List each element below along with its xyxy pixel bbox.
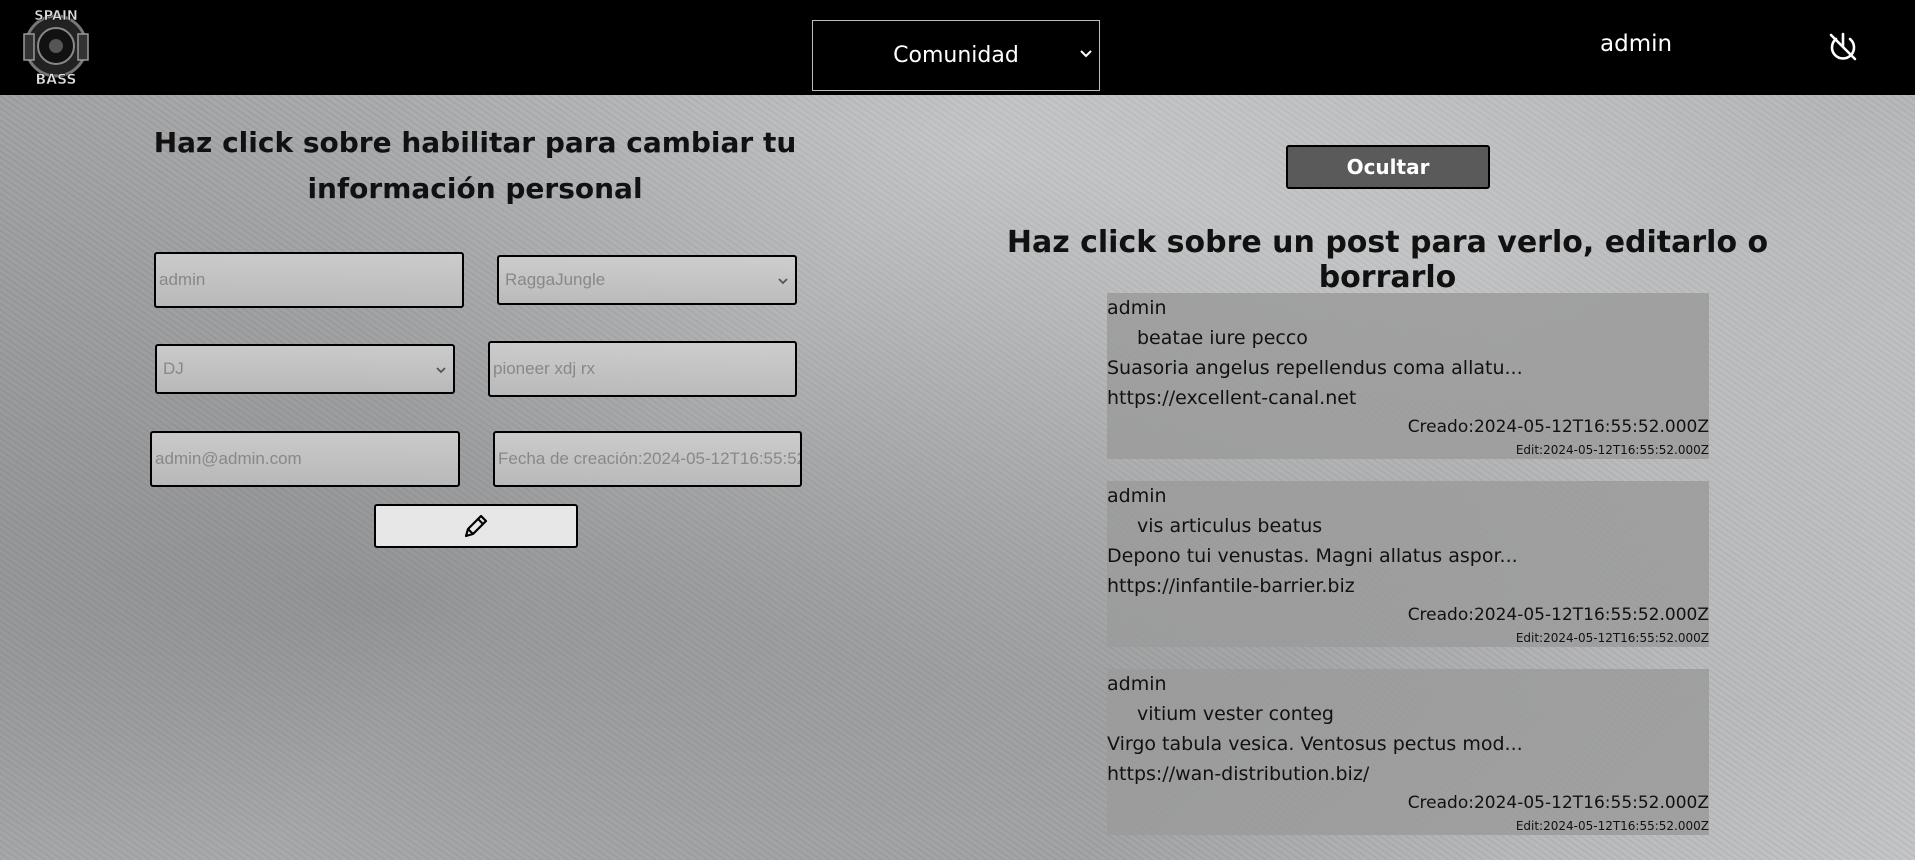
genre-select[interactable]: RaggaJungle (497, 255, 797, 305)
post-title: beatae iure pecco (1137, 327, 1308, 349)
logo-text-top: SPAIN (34, 9, 77, 24)
pencil-icon (464, 514, 488, 538)
post-excerpt: Depono tui venustas. Magni allatus aspor… (1107, 545, 1518, 567)
post-created-date: Creado:2024-05-12T16:55:52.000Z (1407, 605, 1709, 625)
chevron-down-icon (436, 367, 446, 374)
post-created-date: Creado:2024-05-12T16:55:52.000Z (1407, 417, 1709, 437)
creation-date-field[interactable]: Fecha de creación:2024-05-12T16:55:52 (493, 431, 802, 487)
section-select[interactable]: Comunidad (812, 20, 1100, 91)
equipment-field[interactable]: pioneer xdj rx (488, 341, 797, 397)
creation-date-field-placeholder: Fecha de creación:2024-05-12T16:55:52 (498, 449, 802, 468)
role-select[interactable]: DJ (155, 344, 455, 394)
post-excerpt: Virgo tabula vesica. Ventosus pectus mod… (1107, 733, 1523, 755)
chevron-down-icon (1080, 50, 1092, 58)
post-edited-date: Edit:2024-05-12T16:55:52.000Z (1515, 819, 1709, 833)
role-select-value: DJ (163, 359, 184, 378)
logout-power-icon[interactable] (1826, 30, 1860, 64)
chevron-down-icon (778, 278, 788, 285)
post-link: https://wan-distribution.biz/ (1107, 763, 1370, 785)
enable-edit-button[interactable] (374, 504, 578, 548)
logo-text-bottom: BASS (35, 72, 76, 88)
post-excerpt: Suasoria angelus repellendus coma allatu… (1107, 357, 1523, 379)
posts-title: Haz click sobre un post para verlo, edit… (1006, 225, 1769, 295)
post-author: admin (1107, 297, 1167, 319)
current-username: admin (1600, 31, 1673, 57)
post-card[interactable]: admin vis articulus beatus Depono tui ve… (1107, 481, 1709, 647)
post-author: admin (1107, 485, 1167, 507)
post-author: admin (1107, 673, 1167, 695)
genre-select-value: RaggaJungle (505, 270, 606, 289)
spain-bass-logo[interactable]: SPAIN BASS (16, 4, 96, 88)
post-created-date: Creado:2024-05-12T16:55:52.000Z (1407, 793, 1709, 813)
post-edited-date: Edit:2024-05-12T16:55:52.000Z (1515, 443, 1709, 457)
post-link: https://excellent-canal.net (1107, 387, 1357, 409)
post-title: vitium vester conteg (1137, 703, 1334, 725)
post-edited-date: Edit:2024-05-12T16:55:52.000Z (1515, 631, 1709, 645)
post-link: https://infantile-barrier.biz (1107, 575, 1355, 597)
email-field-placeholder: admin@admin.com (155, 449, 302, 468)
equipment-field-placeholder: pioneer xdj rx (493, 359, 596, 378)
post-card[interactable]: admin beatae iure pecco Suasoria angelus… (1107, 293, 1709, 459)
email-field[interactable]: admin@admin.com (150, 431, 460, 487)
username-field[interactable]: admin (154, 252, 464, 308)
top-navbar: SPAIN BASS Comunidad admin (0, 0, 1915, 95)
username-field-placeholder: admin (159, 270, 206, 289)
post-title: vis articulus beatus (1137, 515, 1323, 537)
section-select-value: Comunidad (893, 43, 1019, 68)
hide-posts-button[interactable]: Ocultar (1286, 145, 1490, 189)
profile-title: Haz click sobre habilitar para cambiar t… (153, 126, 797, 205)
post-card[interactable]: admin vitium vester conteg Virgo tabula … (1107, 669, 1709, 835)
